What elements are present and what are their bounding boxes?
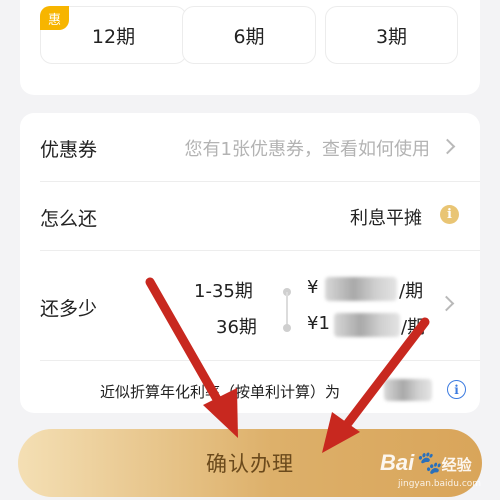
timeline-line [286,292,288,328]
schedule-period: 36期 [216,317,257,338]
schedule-suffix: /期 [401,317,426,338]
repay-method-label: 怎么还 [40,208,98,230]
info-icon[interactable]: i [447,380,466,399]
discount-badge: 惠 [40,6,69,30]
schedule-currency: ¥1 [307,313,330,334]
schedule-suffix: /期 [399,281,424,302]
apr-text: 近似折算年化利率（按单利计算）为 [100,383,341,401]
redacted-amount [334,313,400,337]
watermark-brand: Bai [380,450,415,475]
term-option-label: 6期 [233,25,265,48]
divider [40,181,480,182]
watermark: Bai🐾经验 [380,450,472,476]
coupon-label: 优惠券 [40,139,98,161]
schedule-currency: ¥ [307,277,319,298]
redacted-apr [384,379,432,401]
term-option-label: 12期 [91,25,136,48]
redacted-amount [325,277,397,301]
info-icon[interactable]: i [440,205,459,224]
divider [40,360,480,361]
watermark-brand-tail: 经验 [441,457,472,474]
repay-method-value: 利息平摊 [350,208,422,229]
term-option-6[interactable]: 6期 [182,6,316,64]
term-option-label: 3期 [375,25,408,48]
repay-amount-label: 还多少 [40,298,98,320]
watermark-url: jingyan.baidu.com [398,479,482,489]
schedule-period: 1-35期 [194,281,253,302]
term-option-3[interactable]: 3期 [325,6,458,64]
coupon-hint[interactable]: 您有1张优惠券，查看如何使用 [185,135,430,161]
confirm-button-label: 确认办理 [206,452,294,476]
paw-icon: 🐾 [414,450,442,475]
divider [40,250,480,251]
timeline-dot [283,324,291,332]
